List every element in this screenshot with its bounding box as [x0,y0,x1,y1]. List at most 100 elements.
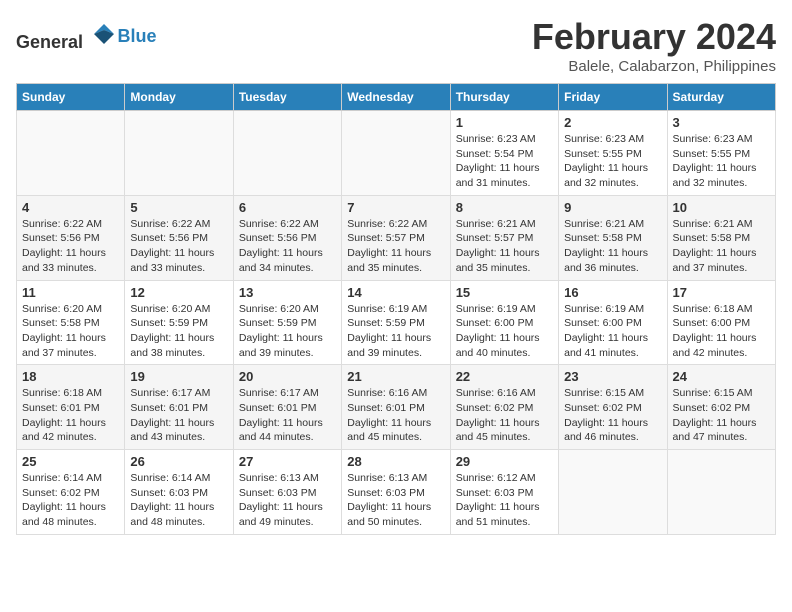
calendar-cell: 5Sunrise: 6:22 AMSunset: 5:56 PMDaylight… [125,195,233,280]
title-area: February 2024 Balele, Calabarzon, Philip… [532,16,776,75]
calendar-cell: 22 Sunrise: 6:16 AMSunset: 6:02 PMDayligh… [450,365,558,450]
day-info: Sunrise: 6:21 AMSunset: 5:58 PMDaylight:… [673,217,770,276]
day-info: Sunrise: 6:21 AMSunset: 5:58 PMDaylight:… [564,217,661,276]
day-number: 28 [347,454,444,469]
day-number: 25 [22,454,119,469]
calendar-cell: 6 Sunrise: 6:22 AMSunset: 5:56 PMDaylight… [233,195,341,280]
calendar-week-2: 4 Sunrise: 6:22 AMSunset: 5:56 PMDaylight… [17,195,776,280]
day-info: Sunrise: 6:15 AMSunset: 6:02 PMDaylight:… [564,386,661,445]
logo: General Blue [16,20,157,53]
calendar-cell: 2Sunrise: 6:23 AMSunset: 5:55 PMDaylight… [559,111,667,196]
calendar-week-1: 1 Sunrise: 6:23 AMSunset: 5:54 PMDaylight… [17,111,776,196]
day-number: 4 [22,200,119,215]
logo-blue-text: Blue [118,26,157,47]
calendar-week-3: 11Sunrise: 6:20 AMSunset: 5:58 PMDayligh… [17,280,776,365]
header: General Blue February 2024 Balele, Calab… [16,16,776,75]
col-header-saturday: Saturday [667,84,775,111]
day-info: Sunrise: 6:22 AMSunset: 5:57 PMDaylight:… [347,217,444,276]
calendar-table: SundayMondayTuesdayWednesdayThursdayFrid… [16,83,776,535]
day-number: 3 [673,115,770,130]
col-header-friday: Friday [559,84,667,111]
day-number: 27 [239,454,336,469]
day-number: 5 [130,200,227,215]
day-info: Sunrise: 6:16 AMSunset: 6:02 PMDaylight:… [456,386,553,445]
day-info: Sunrise: 6:22 AMSunset: 5:56 PMDaylight:… [239,217,336,276]
day-number: 1 [456,115,553,130]
day-info: Sunrise: 6:18 AMSunset: 6:01 PMDaylight:… [22,386,119,445]
day-info: Sunrise: 6:16 AMSunset: 6:01 PMDaylight:… [347,386,444,445]
calendar-cell: 28 Sunrise: 6:13 AMSunset: 6:03 PMDayligh… [342,450,450,535]
calendar-cell: 27 Sunrise: 6:13 AMSunset: 6:03 PMDayligh… [233,450,341,535]
calendar-cell [559,450,667,535]
day-info: Sunrise: 6:18 AMSunset: 6:00 PMDaylight:… [673,302,770,361]
day-number: 22 [456,369,553,384]
day-info: Sunrise: 6:13 AMSunset: 6:03 PMDaylight:… [239,471,336,530]
logo-icon [90,20,118,48]
day-number: 21 [347,369,444,384]
calendar-cell: 29 Sunrise: 6:12 AMSunset: 6:03 PMDayligh… [450,450,558,535]
col-header-tuesday: Tuesday [233,84,341,111]
logo-general-text: General [16,32,83,52]
day-number: 17 [673,285,770,300]
day-info: Sunrise: 6:12 AMSunset: 6:03 PMDaylight:… [456,471,553,530]
day-number: 8 [456,200,553,215]
calendar-cell: 1 Sunrise: 6:23 AMSunset: 5:54 PMDaylight… [450,111,558,196]
page-title: February 2024 [532,16,776,58]
day-number: 12 [130,285,227,300]
calendar-week-4: 18 Sunrise: 6:18 AMSunset: 6:01 PMDayligh… [17,365,776,450]
day-number: 9 [564,200,661,215]
day-number: 24 [673,369,770,384]
day-info: Sunrise: 6:23 AMSunset: 5:54 PMDaylight:… [456,132,553,191]
day-info: Sunrise: 6:17 AMSunset: 6:01 PMDaylight:… [130,386,227,445]
calendar-cell: 10 Sunrise: 6:21 AMSunset: 5:58 PMDayligh… [667,195,775,280]
calendar-cell: 16 Sunrise: 6:19 AMSunset: 6:00 PMDayligh… [559,280,667,365]
day-number: 15 [456,285,553,300]
day-number: 7 [347,200,444,215]
calendar-cell [667,450,775,535]
calendar-cell [233,111,341,196]
page-subtitle: Balele, Calabarzon, Philippines [532,58,776,75]
calendar-cell: 20 Sunrise: 6:17 AMSunset: 6:01 PMDayligh… [233,365,341,450]
calendar-cell: 24 Sunrise: 6:15 AMSunset: 6:02 PMDayligh… [667,365,775,450]
calendar-cell: 3Sunrise: 6:23 AMSunset: 5:55 PMDaylight… [667,111,775,196]
calendar-week-5: 25Sunrise: 6:14 AMSunset: 6:02 PMDayligh… [17,450,776,535]
day-number: 20 [239,369,336,384]
day-number: 23 [564,369,661,384]
day-number: 10 [673,200,770,215]
calendar-cell: 25Sunrise: 6:14 AMSunset: 6:02 PMDayligh… [17,450,125,535]
day-info: Sunrise: 6:19 AMSunset: 5:59 PMDaylight:… [347,302,444,361]
calendar-cell: 26Sunrise: 6:14 AMSunset: 6:03 PMDayligh… [125,450,233,535]
col-header-thursday: Thursday [450,84,558,111]
day-number: 13 [239,285,336,300]
day-number: 2 [564,115,661,130]
calendar-cell [17,111,125,196]
calendar-cell: 7 Sunrise: 6:22 AMSunset: 5:57 PMDaylight… [342,195,450,280]
calendar-cell: 13 Sunrise: 6:20 AMSunset: 5:59 PMDayligh… [233,280,341,365]
calendar-cell [125,111,233,196]
calendar-cell: 8 Sunrise: 6:21 AMSunset: 5:57 PMDaylight… [450,195,558,280]
day-info: Sunrise: 6:15 AMSunset: 6:02 PMDaylight:… [673,386,770,445]
calendar-header-row: SundayMondayTuesdayWednesdayThursdayFrid… [17,84,776,111]
calendar-cell: 11Sunrise: 6:20 AMSunset: 5:58 PMDayligh… [17,280,125,365]
day-info: Sunrise: 6:19 AMSunset: 6:00 PMDaylight:… [456,302,553,361]
day-number: 6 [239,200,336,215]
day-info: Sunrise: 6:20 AMSunset: 5:59 PMDaylight:… [239,302,336,361]
calendar-cell: 17 Sunrise: 6:18 AMSunset: 6:00 PMDayligh… [667,280,775,365]
day-number: 14 [347,285,444,300]
day-info: Sunrise: 6:20 AMSunset: 5:59 PMDaylight:… [130,302,227,361]
calendar-cell: 12 Sunrise: 6:20 AMSunset: 5:59 PMDayligh… [125,280,233,365]
day-number: 19 [130,369,227,384]
day-number: 18 [22,369,119,384]
day-info: Sunrise: 6:13 AMSunset: 6:03 PMDaylight:… [347,471,444,530]
day-info: Sunrise: 6:19 AMSunset: 6:00 PMDaylight:… [564,302,661,361]
day-info: Sunrise: 6:21 AMSunset: 5:57 PMDaylight:… [456,217,553,276]
day-number: 26 [130,454,227,469]
col-header-monday: Monday [125,84,233,111]
calendar-cell: 14 Sunrise: 6:19 AMSunset: 5:59 PMDayligh… [342,280,450,365]
day-info: Sunrise: 6:17 AMSunset: 6:01 PMDaylight:… [239,386,336,445]
calendar-cell: 18 Sunrise: 6:18 AMSunset: 6:01 PMDayligh… [17,365,125,450]
day-number: 29 [456,454,553,469]
day-info: Sunrise: 6:22 AMSunset: 5:56 PMDaylight:… [22,217,119,276]
day-number: 16 [564,285,661,300]
calendar-cell: 21 Sunrise: 6:16 AMSunset: 6:01 PMDayligh… [342,365,450,450]
